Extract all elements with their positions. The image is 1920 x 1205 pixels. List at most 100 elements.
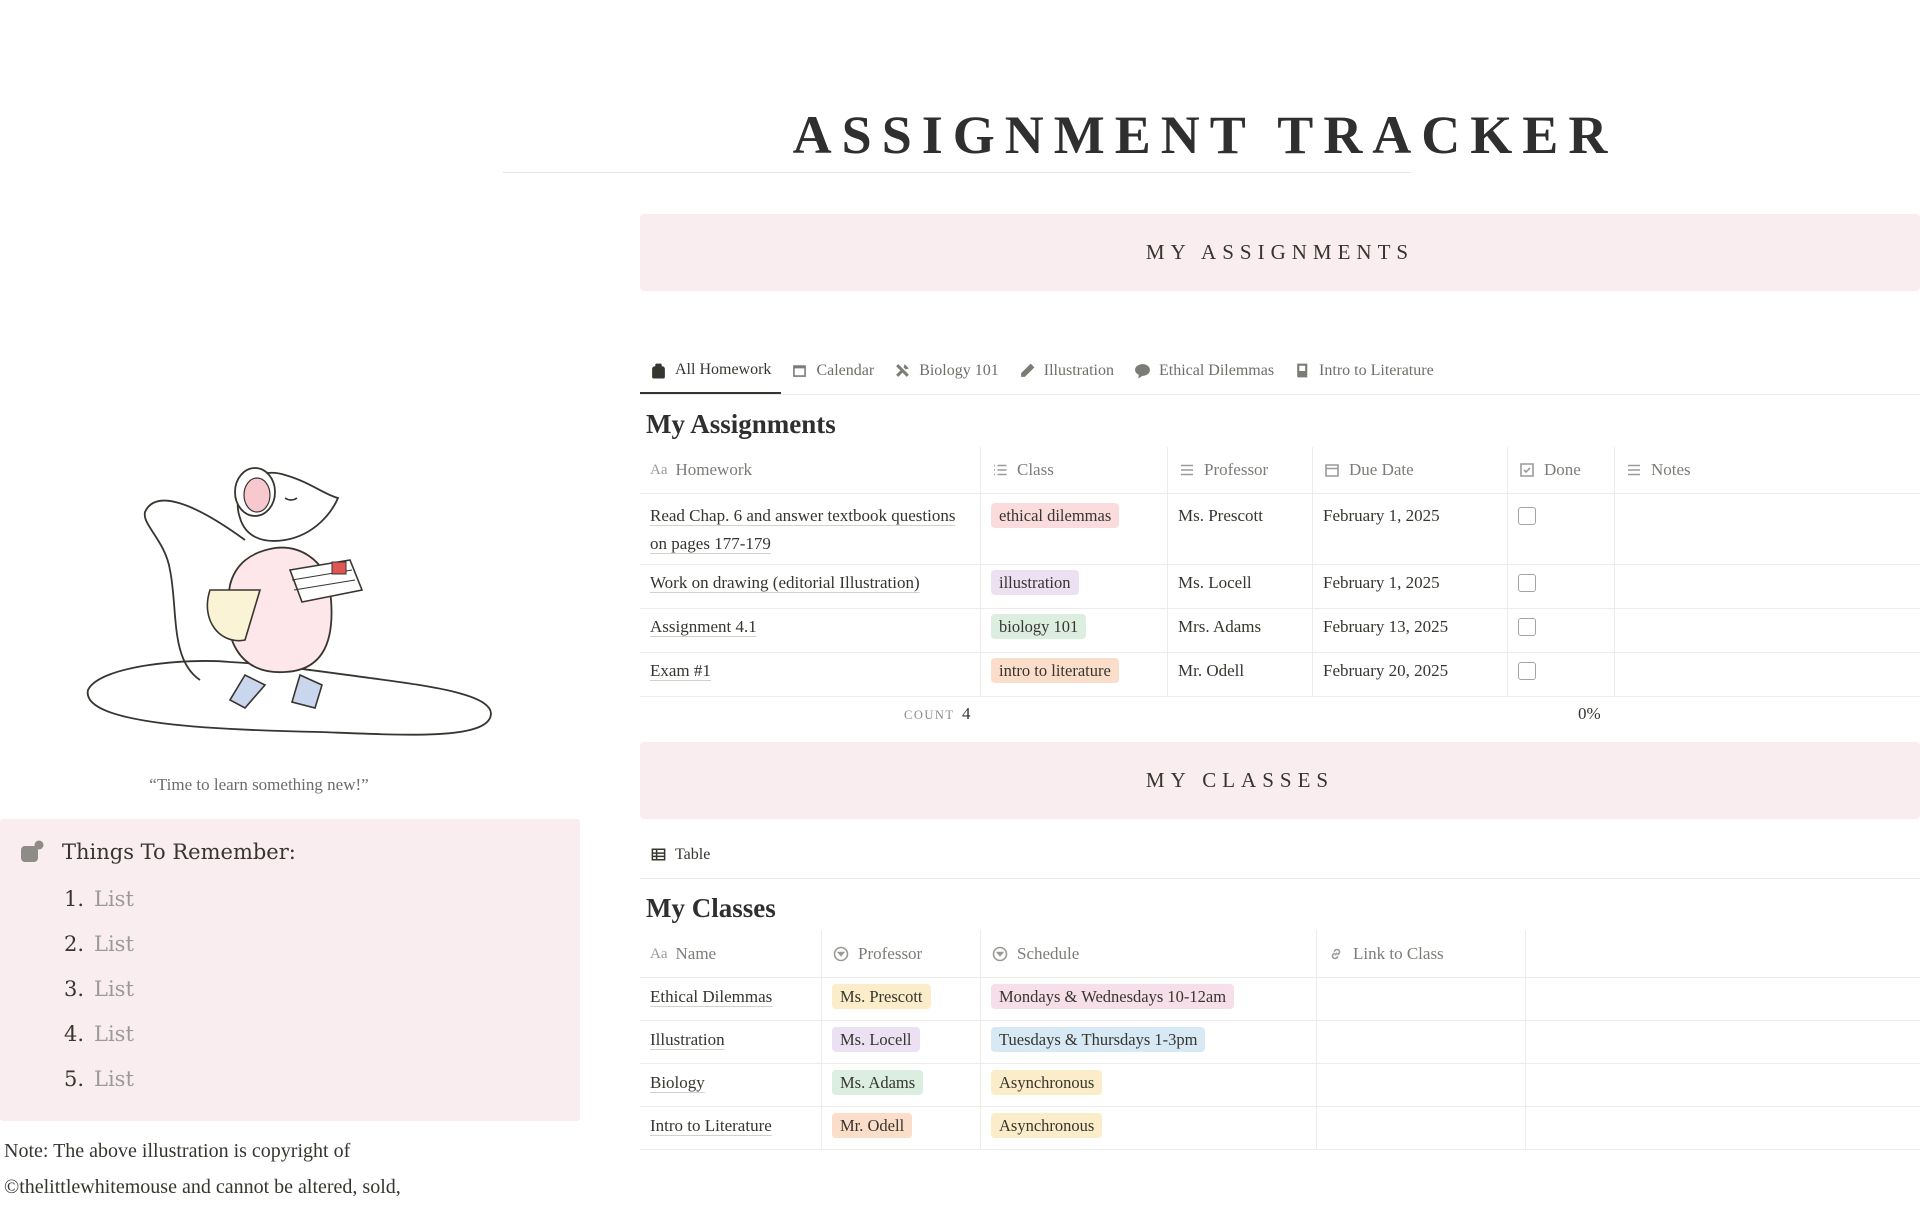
column-header-class[interactable]: Class	[981, 447, 1168, 493]
tab-all-homework[interactable]: All Homework	[640, 348, 782, 394]
tab-intro-to-literature[interactable]: Intro to Literature	[1284, 348, 1444, 393]
tab-table[interactable]: Table	[640, 832, 1920, 877]
column-header-homework[interactable]: Aa Homework	[640, 447, 981, 493]
column-header-due-date[interactable]: Due Date	[1313, 447, 1508, 493]
classes-table-title: My Classes	[646, 893, 776, 923]
link-cell[interactable]	[1317, 1107, 1526, 1149]
table-row[interactable]: Assignment 4.1 biology 101 Mrs. Adams Fe…	[640, 609, 1920, 653]
due-date-cell[interactable]: February 1, 2025	[1313, 565, 1508, 608]
table-row[interactable]: Read Chap. 6 and answer textbook questio…	[640, 494, 1920, 565]
class-name[interactable]: Biology	[650, 1073, 705, 1092]
link-cell[interactable]	[1317, 978, 1526, 1020]
list-item[interactable]: 2. List	[64, 932, 134, 977]
class-name-cell[interactable]: Ethical Dilemmas	[640, 978, 822, 1020]
link-cell[interactable]	[1317, 1021, 1526, 1063]
table-row[interactable]: Illustration Ms. Locell Tuesdays & Thurs…	[640, 1021, 1920, 1064]
column-header-notes[interactable]: Notes	[1615, 447, 1920, 493]
column-header-done[interactable]: Done	[1508, 447, 1615, 493]
table-row[interactable]: Biology Ms. Adams Asynchronous	[640, 1064, 1920, 1107]
backpack-icon	[652, 363, 665, 378]
class-cell[interactable]: illustration	[981, 565, 1168, 608]
column-header-schedule[interactable]: Schedule	[981, 930, 1317, 977]
list-item[interactable]: 1. List	[64, 887, 134, 932]
list-text[interactable]: List	[94, 932, 134, 956]
remember-list: 1. List 2. List 3. List 4. List 5. List	[64, 887, 134, 1112]
speech-bubble-icon	[1135, 364, 1150, 379]
homework-cell[interactable]: Assignment 4.1	[640, 609, 981, 652]
list-text[interactable]: List	[94, 1022, 134, 1046]
professor-cell[interactable]: Mr. Odell	[1168, 653, 1313, 696]
list-number: 5.	[64, 1067, 85, 1091]
tab-calendar[interactable]: Calendar	[781, 348, 884, 393]
column-header-link-to-class[interactable]: Link to Class	[1317, 930, 1526, 977]
list-item[interactable]: 4. List	[64, 1022, 134, 1067]
notes-cell[interactable]	[1615, 653, 1920, 696]
count-label: COUNT	[904, 708, 955, 722]
column-header-label: Professor	[1204, 460, 1269, 479]
notes-cell[interactable]	[1615, 565, 1920, 608]
homework-cell[interactable]: Exam #1	[640, 653, 981, 696]
professor-cell[interactable]: Ms. Prescott	[1168, 494, 1313, 564]
notes-cell[interactable]	[1615, 494, 1920, 564]
done-cell	[1508, 609, 1615, 652]
done-checkbox[interactable]	[1518, 662, 1536, 680]
class-name[interactable]: Intro to Literature	[650, 1116, 772, 1135]
column-header-professor[interactable]: Professor	[822, 930, 981, 977]
professor-cell[interactable]: Mr. Odell	[822, 1107, 981, 1149]
due-date-cell[interactable]: February 13, 2025	[1313, 609, 1508, 652]
list-number: 4.	[64, 1022, 85, 1046]
class-cell[interactable]: intro to literature	[981, 653, 1168, 696]
schedule-cell[interactable]: Asynchronous	[981, 1064, 1317, 1106]
count-value: 4	[962, 704, 971, 723]
column-header-name[interactable]: Aa Name	[640, 930, 822, 977]
class-name-cell[interactable]: Biology	[640, 1064, 822, 1106]
select-icon	[992, 946, 1008, 961]
class-name[interactable]: Ethical Dilemmas	[650, 987, 772, 1006]
schedule-cell[interactable]: Asynchronous	[981, 1107, 1317, 1149]
homework-title[interactable]: Read Chap. 6 and answer textbook questio…	[650, 506, 955, 553]
done-checkbox[interactable]	[1518, 507, 1536, 525]
column-header-professor[interactable]: Professor	[1168, 447, 1313, 493]
checkbox-icon	[1520, 463, 1534, 477]
class-name-cell[interactable]: Illustration	[640, 1021, 822, 1063]
homework-title[interactable]: Exam #1	[650, 661, 711, 680]
homework-title[interactable]: Work on drawing (editorial Illustration)	[650, 573, 920, 592]
link-cell[interactable]	[1317, 1064, 1526, 1106]
list-text[interactable]: List	[94, 977, 134, 1001]
list-text[interactable]: List	[94, 887, 134, 911]
professor-cell[interactable]: Ms. Locell	[822, 1021, 981, 1063]
professor-cell[interactable]: Ms. Adams	[822, 1064, 981, 1106]
table-row[interactable]: Intro to Literature Mr. Odell Asynchrono…	[640, 1107, 1920, 1150]
homework-cell[interactable]: Read Chap. 6 and answer textbook questio…	[640, 494, 981, 564]
class-name[interactable]: Illustration	[650, 1030, 725, 1049]
due-date-cell[interactable]: February 20, 2025	[1313, 653, 1508, 696]
table-row[interactable]: Work on drawing (editorial Illustration)…	[640, 565, 1920, 609]
professor-cell[interactable]: Mrs. Adams	[1168, 609, 1313, 652]
done-checkbox[interactable]	[1518, 574, 1536, 592]
schedule-tag: Asynchronous	[991, 1113, 1103, 1138]
tab-ethical-dilemmas[interactable]: Ethical Dilemmas	[1124, 348, 1284, 393]
table-row[interactable]: Ethical Dilemmas Ms. Prescott Mondays & …	[640, 978, 1920, 1021]
class-name-cell[interactable]: Intro to Literature	[640, 1107, 822, 1149]
class-cell[interactable]: ethical dilemmas	[981, 494, 1168, 564]
homework-title[interactable]: Assignment 4.1	[650, 617, 757, 636]
professor-cell[interactable]: Ms. Prescott	[822, 978, 981, 1020]
done-checkbox[interactable]	[1518, 618, 1536, 636]
text-type-icon: Aa	[650, 945, 668, 962]
list-item[interactable]: 3. List	[64, 977, 134, 1022]
class-cell[interactable]: biology 101	[981, 609, 1168, 652]
list-item[interactable]: 5. List	[64, 1067, 134, 1112]
done-percent: 0%	[1578, 704, 1601, 723]
list-text[interactable]: List	[94, 1067, 134, 1091]
copyright-note-line: ©thelittlewhitemouse and cannot be alter…	[4, 1176, 401, 1198]
table-row[interactable]: Exam #1 intro to literature Mr. Odell Fe…	[640, 653, 1920, 697]
schedule-cell[interactable]: Tuesdays & Thursdays 1-3pm	[981, 1021, 1317, 1063]
notes-cell[interactable]	[1615, 609, 1920, 652]
due-date-cell[interactable]: February 1, 2025	[1313, 494, 1508, 564]
tab-illustration[interactable]: Illustration	[1009, 348, 1124, 393]
tab-biology-101[interactable]: Biology 101	[884, 348, 1009, 393]
schedule-cell[interactable]: Mondays & Wednesdays 10-12am	[981, 978, 1317, 1020]
professor-cell[interactable]: Ms. Locell	[1168, 565, 1313, 608]
homework-cell[interactable]: Work on drawing (editorial Illustration)	[640, 565, 981, 608]
column-header-label: Due Date	[1349, 460, 1414, 479]
